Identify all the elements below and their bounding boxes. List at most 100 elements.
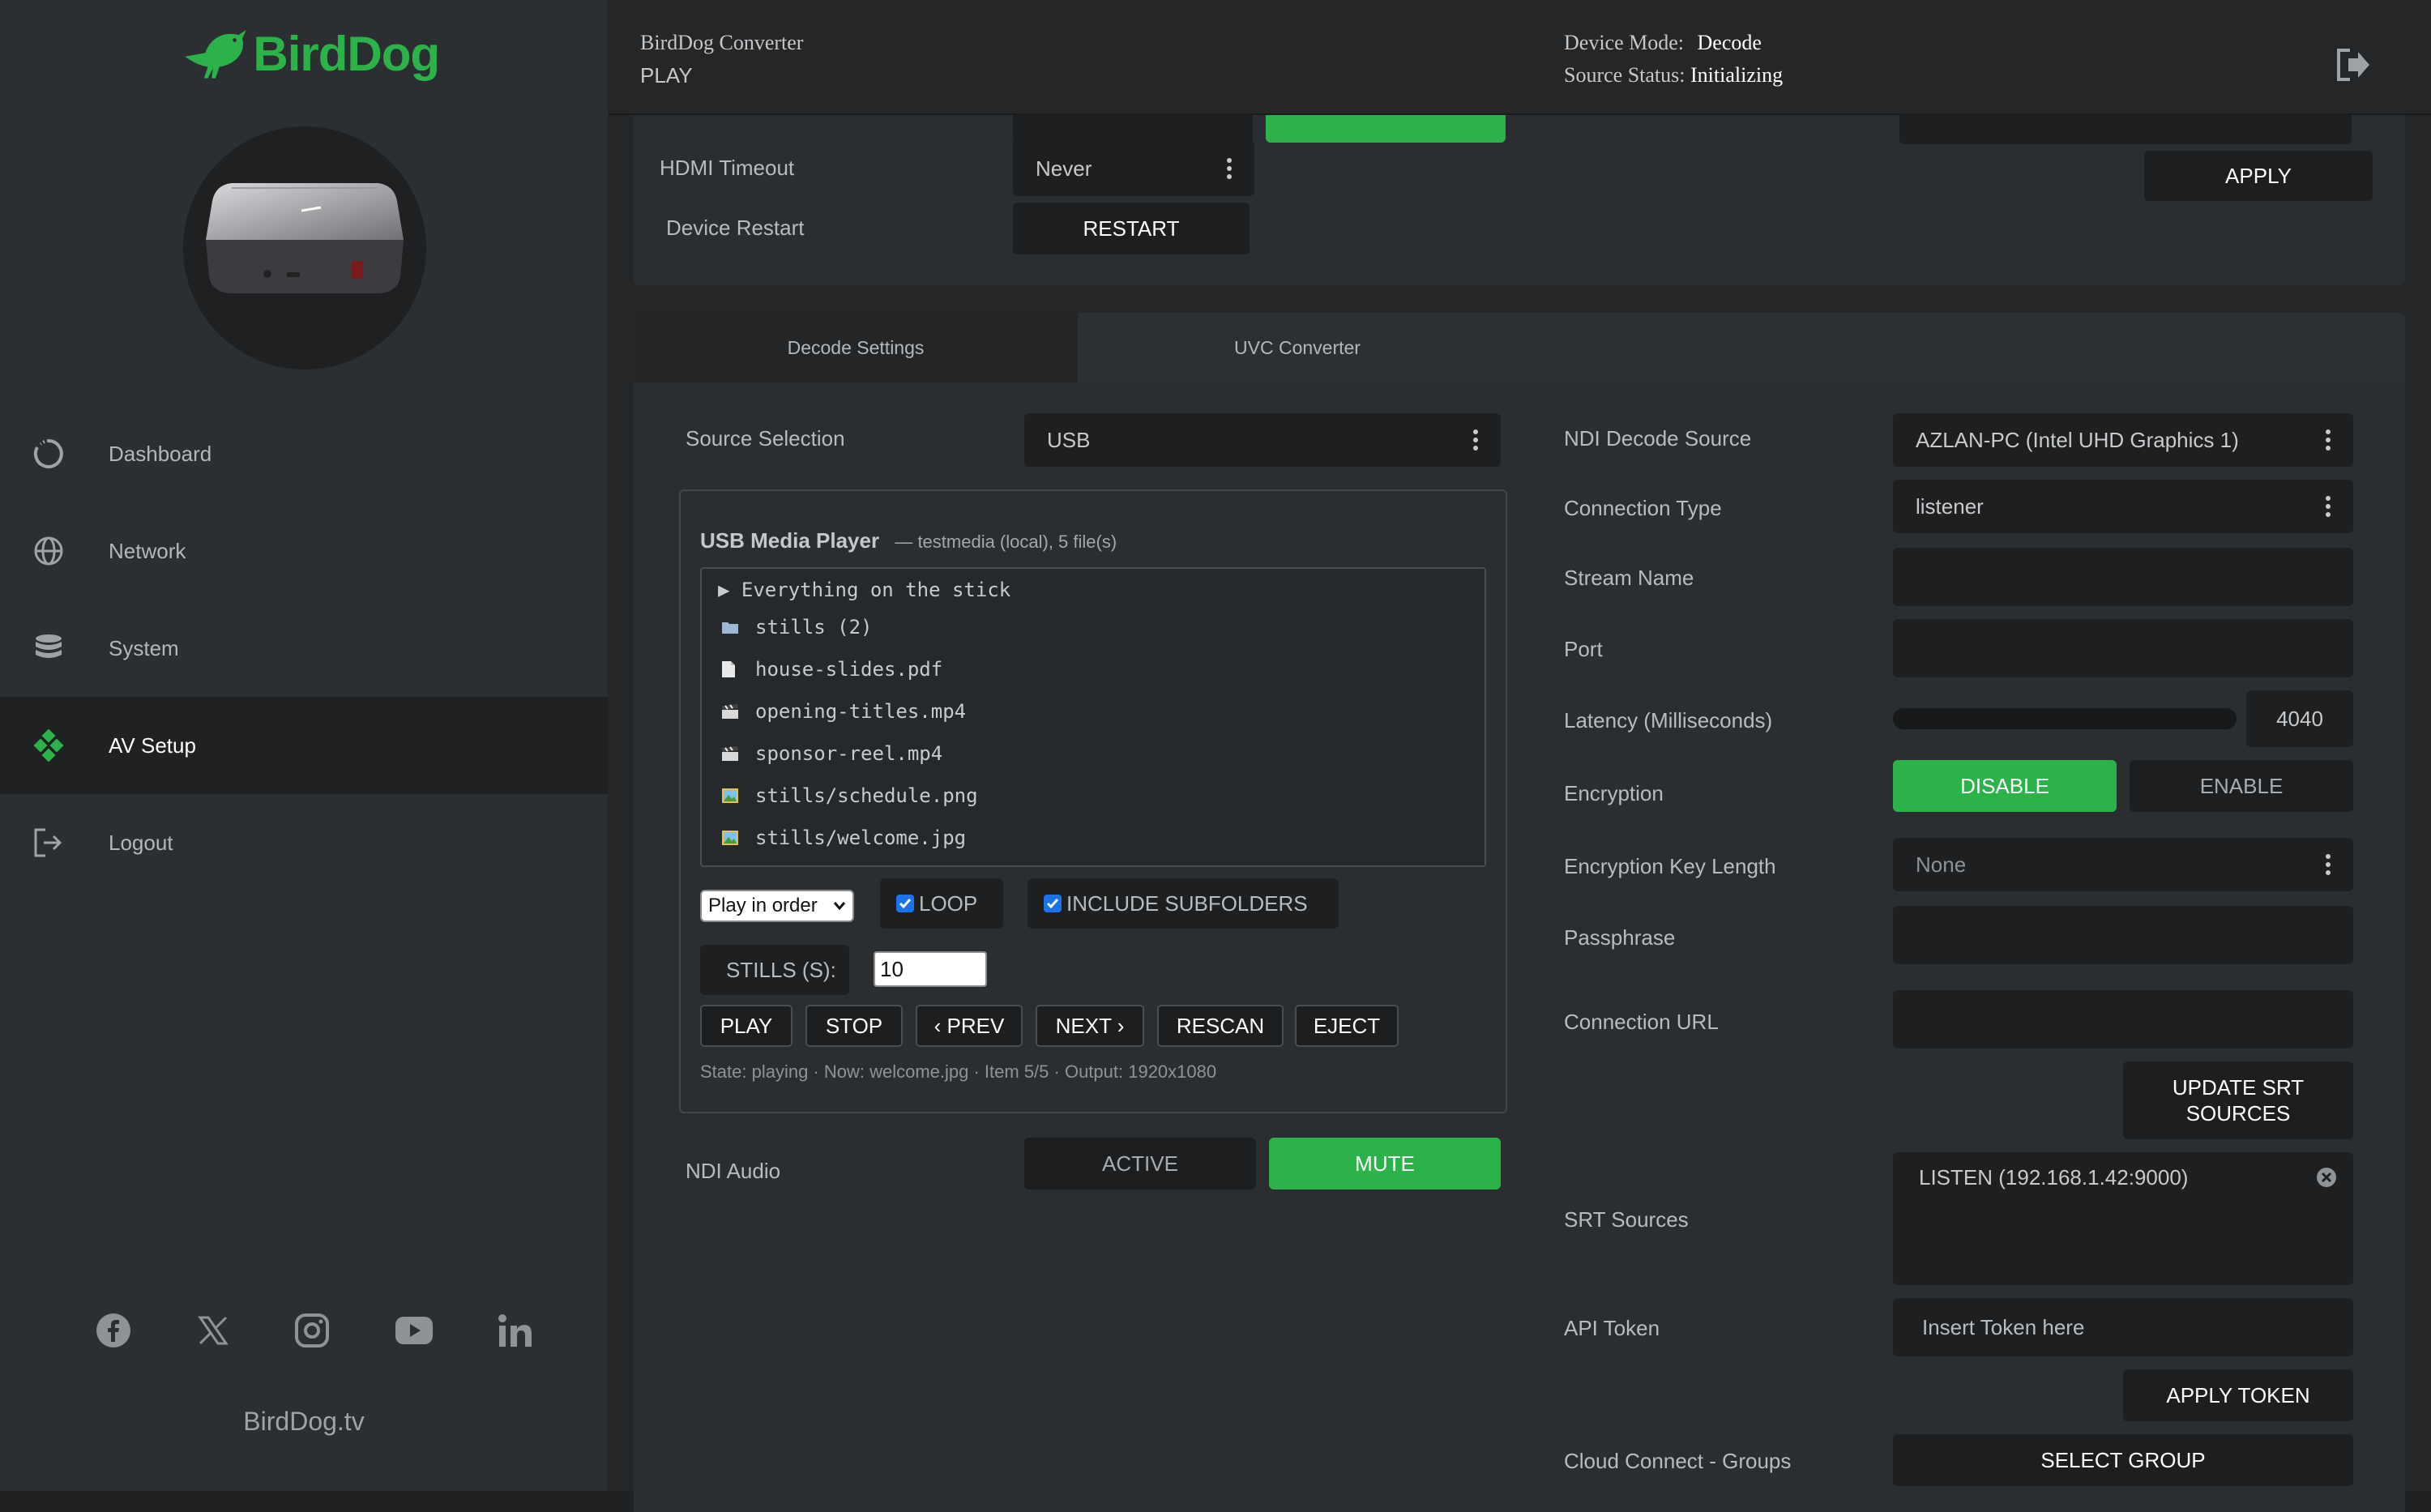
- database-icon: [32, 632, 97, 664]
- latency-label: Latency (Milliseconds): [1564, 708, 1773, 733]
- tab-uvc-converter[interactable]: UVC Converter: [1078, 313, 1517, 382]
- update-srt-sources-button[interactable]: UPDATE SRT SOURCES: [2123, 1061, 2353, 1139]
- playback-status: State: playing · Now: welcome.jpg · Item…: [700, 1061, 1217, 1082]
- device-restart-label: Device Restart: [666, 216, 805, 240]
- source-status: Source Status: Initializing: [1564, 63, 1783, 88]
- encryption-key-length-select[interactable]: None: [1893, 838, 2353, 891]
- bird-logo-icon: [185, 29, 246, 79]
- select-group-button[interactable]: SELECT GROUP: [1893, 1434, 2353, 1486]
- prev-button[interactable]: ‹ PREV: [916, 1005, 1023, 1047]
- globe-icon: [32, 535, 97, 567]
- port-input[interactable]: [1893, 619, 2353, 677]
- tree-root-label: ▶ Everything on the stick: [718, 579, 1011, 601]
- list-item[interactable]: opening-titles.mp4: [721, 700, 966, 723]
- birddog-site-link[interactable]: BirdDog.tv: [0, 1407, 608, 1437]
- logout-icon[interactable]: [2335, 47, 2371, 87]
- stills-duration-input[interactable]: 10: [874, 951, 987, 987]
- include-subfolders-checkbox[interactable]: INCLUDE SUBFOLDERS: [1028, 878, 1339, 929]
- av-setup-icon: [32, 729, 97, 762]
- stop-button[interactable]: STOP: [805, 1005, 903, 1047]
- hdmi-timeout-select[interactable]: Never: [1013, 141, 1254, 196]
- connection-url-input[interactable]: [1893, 990, 2353, 1049]
- file-name: stills (2): [755, 616, 873, 639]
- linkedin-icon[interactable]: [498, 1313, 533, 1352]
- ndi-decode-source-value: AZLAN-PC (Intel UHD Graphics 1): [1916, 427, 2239, 452]
- sidebar-item-label: AV Setup: [109, 733, 196, 758]
- sidebar-item-system[interactable]: System: [0, 600, 608, 697]
- device-settings-panel: [634, 97, 2405, 285]
- instagram-icon[interactable]: [294, 1313, 330, 1352]
- list-item[interactable]: house-slides.pdf: [721, 658, 942, 681]
- clapperboard-icon: [721, 745, 742, 762]
- list-item[interactable]: stills (2): [721, 616, 873, 639]
- next-button[interactable]: NEXT ›: [1036, 1005, 1144, 1047]
- clapperboard-icon: [721, 703, 742, 720]
- restart-button[interactable]: RESTART: [1013, 203, 1250, 254]
- source-status-value: Initializing: [1690, 63, 1784, 87]
- play-order-select[interactable]: Play in order: [700, 890, 854, 922]
- connection-type-select[interactable]: listener: [1893, 480, 2353, 533]
- media-player-subtitle: — testmedia (local), 5 file(s): [895, 532, 1117, 552]
- apply-token-button[interactable]: APPLY TOKEN: [2123, 1369, 2353, 1421]
- media-player-header: USB Media Player — testmedia (local), 5 …: [700, 528, 1117, 553]
- facebook-icon[interactable]: [96, 1313, 131, 1352]
- close-icon[interactable]: [2316, 1167, 2337, 1192]
- ndi-audio-mute-button[interactable]: MUTE: [1269, 1138, 1501, 1190]
- image-icon: [721, 830, 742, 846]
- device-state: PLAY: [640, 63, 693, 88]
- api-token-label: API Token: [1564, 1316, 1660, 1340]
- usb-field-partial[interactable]: [1013, 113, 1253, 144]
- sidebar-item-network[interactable]: Network: [0, 502, 608, 600]
- encryption-enable-button[interactable]: ENABLE: [2130, 760, 2353, 812]
- kebab-menu-icon: [2326, 493, 2331, 520]
- play-button[interactable]: PLAY: [700, 1005, 793, 1047]
- ndi-audio-active-button[interactable]: ACTIVE: [1024, 1138, 1256, 1190]
- youtube-icon[interactable]: [395, 1317, 433, 1348]
- api-token-input[interactable]: Insert Token here: [1893, 1298, 2353, 1356]
- kebab-menu-icon: [2326, 851, 2331, 878]
- hdmi-timeout-value: Never: [1036, 156, 1092, 181]
- green-button-partial[interactable]: [1266, 113, 1506, 143]
- file-name: stills/welcome.jpg: [755, 826, 967, 849]
- list-item[interactable]: stills/schedule.png: [721, 784, 978, 807]
- loop-checkbox[interactable]: LOOP: [880, 878, 1003, 929]
- checkmark-icon: [896, 895, 914, 912]
- sidebar-item-label: Network: [109, 538, 186, 563]
- list-item[interactable]: sponsor-reel.mp4: [721, 742, 942, 765]
- tree-root[interactable]: ▶ Everything on the stick: [718, 579, 1010, 601]
- tab-decode-settings[interactable]: Decode Settings: [634, 313, 1078, 382]
- sidebar-item-dashboard[interactable]: Dashboard: [0, 405, 608, 502]
- encryption-disable-button[interactable]: DISABLE: [1893, 760, 2117, 812]
- x-icon[interactable]: [197, 1314, 229, 1351]
- folder-icon: [721, 620, 742, 634]
- dashboard-icon: [32, 438, 97, 470]
- eject-button[interactable]: EJECT: [1295, 1005, 1399, 1047]
- device-mode: Device Mode: Decode: [1564, 31, 1762, 55]
- srt-source-item[interactable]: LISTEN (192.168.1.42:9000): [1919, 1165, 2188, 1190]
- image-icon: [721, 788, 742, 804]
- latency-slider[interactable]: [1893, 708, 2237, 729]
- srt-sources-label: SRT Sources: [1564, 1207, 1689, 1232]
- passphrase-input[interactable]: [1893, 906, 2353, 964]
- list-item[interactable]: stills/welcome.jpg: [721, 826, 966, 849]
- source-selection-select[interactable]: USB: [1024, 413, 1501, 467]
- file-name: sponsor-reel.mp4: [755, 742, 943, 765]
- stream-name-input[interactable]: [1893, 548, 2353, 606]
- sidebar-item-logout[interactable]: Logout: [0, 794, 608, 891]
- device-mode-value: Decode: [1697, 31, 1762, 54]
- birddog-logo[interactable]: BirdDog: [180, 13, 440, 94]
- kebab-menu-icon: [1473, 426, 1478, 454]
- port-label: Port: [1564, 637, 1603, 661]
- file-name: opening-titles.mp4: [755, 700, 967, 723]
- source-selection-label: Source Selection: [686, 426, 845, 451]
- connection-type-label: Connection Type: [1564, 496, 1722, 520]
- rescan-button[interactable]: RESCAN: [1157, 1005, 1284, 1047]
- kebab-menu-icon: [2326, 426, 2331, 454]
- latency-value-input[interactable]: 4040: [2246, 690, 2353, 747]
- connection-url-label: Connection URL: [1564, 1010, 1719, 1034]
- ndi-decode-source-select[interactable]: AZLAN-PC (Intel UHD Graphics 1): [1893, 413, 2353, 467]
- splashscreen-select-partial[interactable]: [1899, 113, 2352, 144]
- source-selection-value: USB: [1047, 427, 1091, 452]
- sidebar-item-av-setup[interactable]: AV Setup: [0, 697, 608, 794]
- apply-button[interactable]: APPLY: [2144, 151, 2373, 201]
